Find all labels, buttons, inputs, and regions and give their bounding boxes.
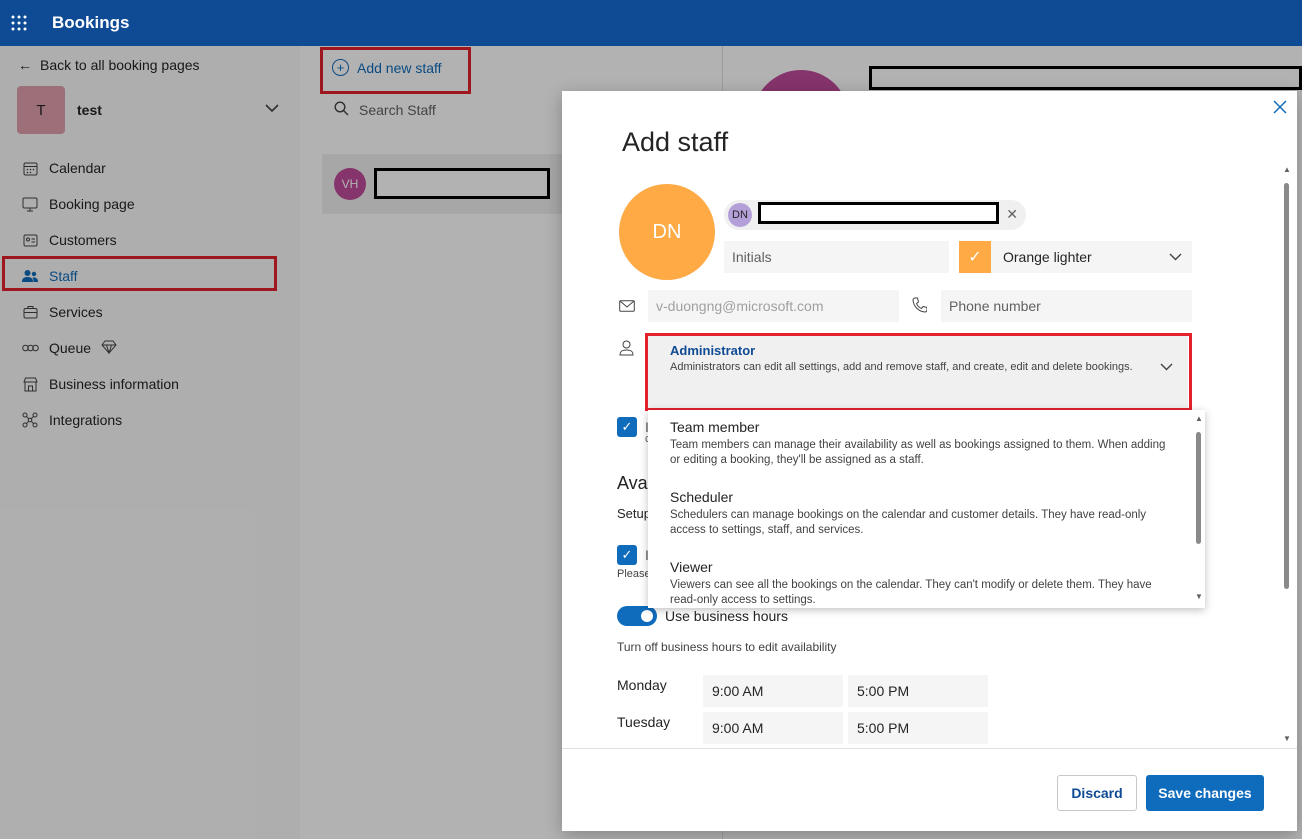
save-changes-button[interactable]: Save changes xyxy=(1146,775,1264,811)
role-highlight-box xyxy=(645,333,1192,411)
chevron-down-icon xyxy=(1169,250,1182,264)
remove-person-icon[interactable]: ✕ xyxy=(1006,206,1018,223)
discard-button[interactable]: Discard xyxy=(1057,775,1137,811)
role-option-name: Team member xyxy=(670,419,760,435)
top-bar: Bookings xyxy=(0,0,1302,46)
close-icon[interactable] xyxy=(1273,99,1287,117)
scroll-down-icon[interactable]: ▼ xyxy=(1195,592,1203,601)
app-launcher-icon[interactable] xyxy=(0,15,38,31)
role-option-name: Scheduler xyxy=(670,489,734,505)
app-title: Bookings xyxy=(52,13,130,32)
role-option-viewer[interactable]: Viewer Viewers can see all the bookings … xyxy=(648,550,1205,608)
start-time-field[interactable]: 9:00 AM xyxy=(703,712,843,744)
end-time-field[interactable]: 5:00 PM xyxy=(848,712,988,744)
checkbox-checked[interactable]: ✓ xyxy=(617,417,637,437)
availability-heading: Ava xyxy=(617,473,648,493)
checkmark-icon: ✓ xyxy=(959,241,991,273)
day-label: Tuesday xyxy=(617,714,671,730)
business-hours-label: Use business hours xyxy=(665,608,788,624)
business-hours-hint: Turn off business hours to edit availabi… xyxy=(617,640,837,654)
phone-number-field[interactable]: Phone number xyxy=(941,290,1192,322)
email-field[interactable]: v-duongng@microsoft.com xyxy=(648,290,899,322)
please-label: Please xyxy=(617,568,651,580)
person-icon xyxy=(619,340,634,360)
color-dropdown[interactable]: ✓ Orange lighter xyxy=(959,241,1192,273)
dialog-footer: Discard Save changes xyxy=(562,748,1297,831)
phone-icon xyxy=(912,297,928,317)
day-label: Monday xyxy=(617,677,667,693)
scroll-up-icon[interactable]: ▲ xyxy=(1195,414,1203,423)
setup-label: Setup xyxy=(617,506,651,521)
role-options-list: Team member Team members can manage thei… xyxy=(648,410,1205,608)
scroll-up-icon[interactable]: ▲ xyxy=(1283,165,1291,174)
dialog-scrollbar[interactable]: ▲ ▼ xyxy=(1283,165,1291,746)
business-hours-toggle[interactable] xyxy=(617,606,657,626)
staff-avatar-large[interactable]: DN xyxy=(619,184,715,280)
role-option-description: Schedulers can manage bookings on the ca… xyxy=(670,509,1147,536)
redacted-person-name xyxy=(758,202,999,224)
role-option-team-member[interactable]: Team member Team members can manage thei… xyxy=(648,410,1205,480)
dialog-title: Add staff xyxy=(622,127,729,157)
role-option-name: Viewer xyxy=(670,559,713,575)
scroll-down-icon[interactable]: ▼ xyxy=(1283,734,1291,743)
checkbox-checked[interactable]: ✓ xyxy=(617,545,637,565)
scroll-thumb[interactable] xyxy=(1284,183,1289,589)
dropdown-scrollbar[interactable]: ▲ ▼ xyxy=(1195,414,1203,602)
end-time-field[interactable]: 5:00 PM xyxy=(848,675,988,707)
role-option-description: Viewers can see all the bookings on the … xyxy=(670,579,1152,606)
role-option-description: Team members can manage their availabili… xyxy=(670,439,1166,466)
color-value: Orange lighter xyxy=(1003,249,1092,265)
start-time-field[interactable]: 9:00 AM xyxy=(703,675,843,707)
initials-input[interactable]: Initials xyxy=(724,241,949,273)
mail-icon xyxy=(619,299,635,316)
role-option-scheduler[interactable]: Scheduler Schedulers can manage bookings… xyxy=(648,480,1205,550)
chip-avatar: DN xyxy=(728,203,752,227)
scroll-thumb[interactable] xyxy=(1196,432,1201,544)
